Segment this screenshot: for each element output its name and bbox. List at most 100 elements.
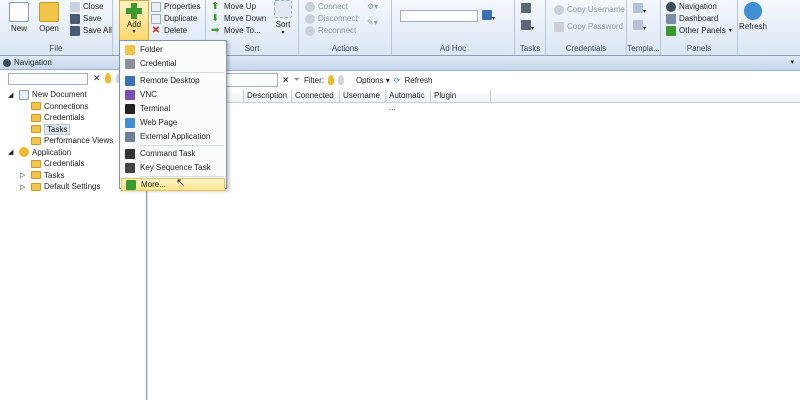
external-app-icon — [125, 131, 135, 142]
web-page-icon — [125, 117, 135, 128]
move-down-label: Move Down — [224, 14, 267, 23]
filter-funnel-icon: ⏷ — [293, 75, 300, 84]
lightbulb-icon[interactable] — [105, 73, 111, 83]
open-label: Open — [39, 24, 59, 33]
templates-button-1[interactable]: ▾ — [633, 3, 646, 15]
tree-item[interactable]: Tasks — [0, 123, 71, 135]
options-label: Options — [355, 75, 384, 85]
menu-item-more[interactable]: More... — [121, 178, 225, 191]
sort-icon — [274, 0, 292, 18]
tree-expander-icon[interactable]: ◢ — [8, 91, 16, 99]
panel-menu-arrow-icon[interactable]: ▾ — [790, 58, 794, 66]
menu-item-label: Web Page — [140, 118, 178, 127]
key-icon — [125, 58, 135, 69]
filter-label[interactable]: Filter: — [304, 76, 324, 85]
tree-expander-icon[interactable]: ◢ — [8, 148, 16, 156]
menu-item-remote-desktop[interactable]: Remote Desktop — [121, 74, 225, 87]
new-button[interactable]: New — [4, 2, 34, 33]
column-plugin[interactable]: Plugin — [431, 90, 491, 102]
properties-label: Properties — [164, 2, 201, 11]
tree-item[interactable]: Credentials — [0, 112, 84, 123]
refresh-ribbon-button[interactable]: Refresh — [738, 2, 768, 31]
terminal-icon — [125, 103, 135, 114]
menu-item-external-application[interactable]: External Application — [121, 130, 225, 143]
filter-lightbulb-off-icon[interactable] — [337, 75, 344, 85]
copy-password-button[interactable]: Copy Password — [554, 20, 623, 33]
new-document-icon — [9, 2, 29, 22]
add-button[interactable]: Add ▾ — [119, 0, 149, 42]
tasks-window-button[interactable] — [521, 3, 539, 13]
sort-button[interactable]: Sort ▾ — [268, 0, 298, 36]
adhoc-input[interactable] — [400, 10, 478, 22]
duplicate-icon — [151, 13, 161, 24]
tree-item-label: Application — [32, 147, 72, 157]
menu-item-web-page[interactable]: Web Page — [121, 116, 225, 129]
refresh-filter-button[interactable]: Refresh — [404, 76, 432, 85]
navigation-search-input[interactable] — [8, 73, 88, 85]
menu-item-credential[interactable]: Credential — [121, 57, 225, 70]
close-document-icon — [70, 1, 80, 12]
navigation-header-icon — [3, 58, 11, 67]
navigation-icon — [666, 1, 676, 12]
menu-item-label: External Application — [140, 132, 211, 141]
menu-item-folder[interactable]: Folder — [121, 43, 225, 56]
wrench-dropdown-icon[interactable]: ✎▾ — [367, 18, 385, 28]
key-sequence-icon — [125, 162, 135, 173]
tree-item[interactable]: Performance Views — [0, 135, 113, 146]
tree-item[interactable]: ▷ Default Settings — [0, 181, 100, 192]
tree-item[interactable]: Connections — [0, 101, 88, 112]
menu-separator — [140, 145, 224, 146]
tasks-screenshot-button[interactable]: ▾ — [521, 20, 539, 32]
credentials-group-label: Credentials — [565, 44, 607, 53]
copy-password-label: Copy Password — [567, 22, 624, 31]
arrow-up-icon: ⬆ — [211, 0, 220, 12]
save-all-label: Save All — [83, 26, 112, 35]
move-to-button[interactable]: ➡ Move To... — [211, 24, 261, 37]
tree-expander-icon[interactable]: ▷ — [20, 171, 28, 179]
column-description[interactable]: Description — [244, 90, 292, 102]
delete-x-icon: ✕ — [151, 24, 161, 36]
column-automatic[interactable]: Automatic ... — [386, 90, 431, 112]
move-up-label: Move Up — [224, 2, 257, 11]
column-connected[interactable]: Connected — [292, 90, 340, 102]
copy-username-button[interactable]: Copy Username — [554, 3, 625, 16]
tasks-dropdown-arrow-icon: ▾ — [531, 26, 535, 32]
document-icon — [19, 89, 29, 100]
clear-filter-icon[interactable]: ✕ — [282, 75, 290, 86]
adhoc-group: ▾ Ad Hoc — [392, 0, 515, 55]
menu-item-key-sequence-task[interactable]: Key Sequence Task — [121, 161, 225, 174]
reconnect-button[interactable]: Reconnect — [305, 24, 356, 37]
menu-item-command-task[interactable]: Command Task — [121, 147, 225, 160]
command-task-icon — [125, 148, 135, 159]
options-button[interactable]: Options ▾ — [356, 76, 390, 85]
tree-item-label: Tasks — [44, 123, 71, 135]
user-icon — [554, 4, 564, 15]
delete-button[interactable]: ✕ Delete — [151, 24, 187, 37]
other-panels-button[interactable]: Other Panels ▾ — [666, 24, 732, 37]
column-username[interactable]: Username — [340, 90, 386, 102]
credentials-group: Copy Username Copy Password Credentials — [546, 0, 627, 55]
tree-item-label: Credentials — [44, 113, 85, 122]
move-to-label: Move To... — [224, 26, 261, 35]
filter-bar: ✕ ⏷ Filter: Options ▾ ⟳ Refresh — [148, 73, 800, 87]
tree-expander-icon[interactable]: ▷ — [20, 183, 28, 191]
main-panel: ▾ ✕ ⏷ Filter: Options ▾ ⟳ Refresh Descri… — [148, 56, 800, 400]
tree-item[interactable]: Credentials — [0, 158, 84, 169]
tools-dropdown-icon[interactable]: ⚙▾ — [367, 2, 385, 12]
save-all-button[interactable]: Save All — [70, 24, 112, 37]
reconnect-label: Reconnect — [318, 26, 357, 35]
tree-item[interactable]: ◢ New Document — [0, 89, 87, 100]
arrow-right-icon: ➡ — [211, 24, 220, 36]
adhoc-connection-type-dropdown[interactable]: ▾ — [482, 10, 502, 22]
tree-item[interactable]: ◢ Application — [0, 147, 71, 158]
menu-item-terminal[interactable]: Terminal — [121, 102, 225, 115]
clear-search-icon[interactable]: ✕ — [93, 73, 101, 84]
templates-button-2[interactable]: ▾ — [633, 20, 646, 32]
menu-item-vnc[interactable]: VNC — [121, 88, 225, 101]
open-button[interactable]: Open — [34, 2, 64, 33]
other-panels-label: Other Panels — [679, 26, 726, 35]
arrow-down-icon: ⬇ — [211, 12, 220, 24]
filter-lightbulb-icon[interactable] — [327, 75, 334, 85]
tree-item[interactable]: ▷ Tasks — [0, 170, 64, 181]
reconnect-icon — [305, 25, 315, 36]
